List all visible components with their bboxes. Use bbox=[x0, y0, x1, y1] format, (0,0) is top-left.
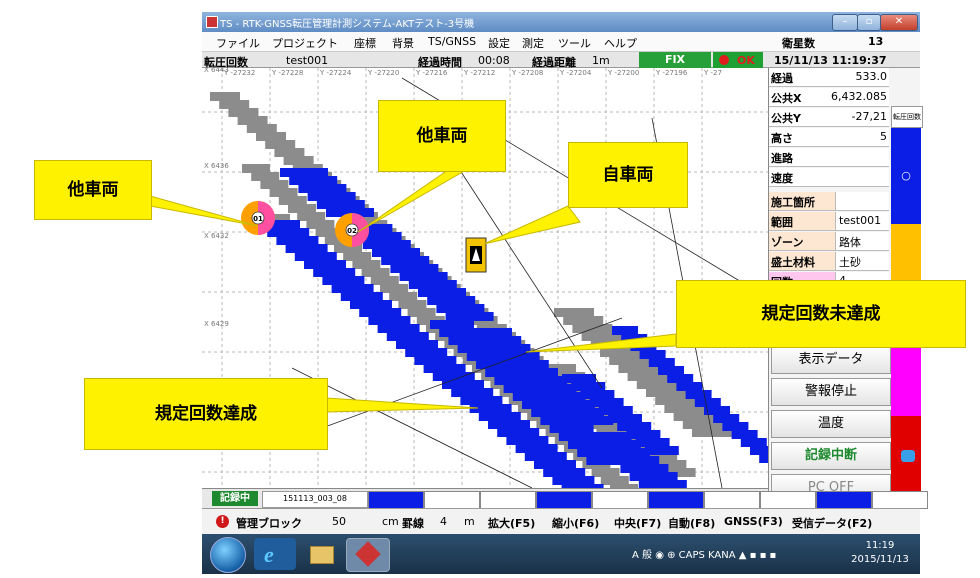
callout-other-vehicle-top: 他車両 bbox=[378, 100, 506, 172]
callout-other-vehicle-left: 他車両 bbox=[34, 160, 152, 220]
callout-reached: 規定回数達成 bbox=[84, 378, 328, 450]
callout-not-reached: 規定回数未達成 bbox=[676, 280, 966, 348]
callout-own-vehicle: 自車両 bbox=[568, 142, 688, 208]
